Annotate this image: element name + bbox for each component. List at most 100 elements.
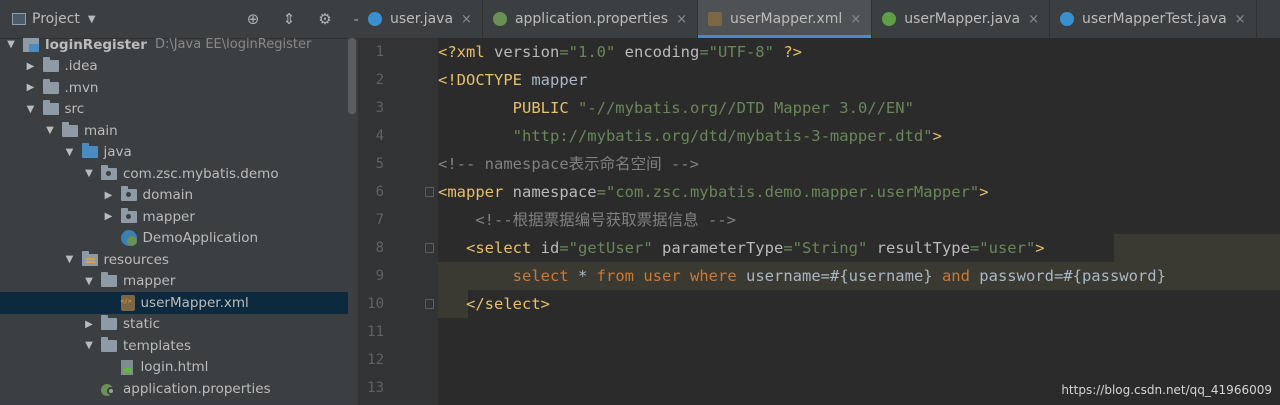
expanded-arrow-icon[interactable]: ▼ bbox=[65, 254, 75, 265]
code-line: <?xml version="1.0" encoding="UTF-8" ?> bbox=[438, 38, 802, 66]
code-token: ="1.0" bbox=[559, 43, 625, 61]
tree-item[interactable]: ▶ static bbox=[0, 314, 348, 336]
collapsed-arrow-icon[interactable]: ▶ bbox=[84, 319, 94, 330]
folder-icon bbox=[42, 100, 59, 116]
tree-item[interactable]: ▼ templates bbox=[0, 335, 348, 357]
package-icon bbox=[120, 207, 137, 223]
editor-tab[interactable]: userMapper.xml × bbox=[697, 0, 873, 38]
tree-item[interactable]: ▼ com.zsc.mybatis.demo bbox=[0, 163, 348, 185]
code-token: <mapper bbox=[438, 183, 513, 201]
code-line: select * from user where username=#{user… bbox=[438, 262, 1166, 290]
code-line: <mapper namespace="com.zsc.mybatis.demo.… bbox=[438, 178, 989, 206]
code-token: password=#{password} bbox=[979, 267, 1166, 285]
tree-item[interactable]: ▼ java bbox=[0, 142, 348, 164]
expanded-arrow-icon[interactable]: ▼ bbox=[6, 39, 16, 50]
tree-item[interactable]: ▼ loginRegister D:\Java EE\loginRegister bbox=[0, 34, 348, 56]
fold-marker-icon[interactable] bbox=[425, 299, 434, 309]
gear-icon[interactable]: ⚙ bbox=[316, 10, 334, 28]
code-token: PUBLIC bbox=[512, 99, 578, 117]
close-icon[interactable]: × bbox=[461, 12, 472, 27]
code-token: id bbox=[540, 239, 560, 257]
code-token: ="String" bbox=[783, 239, 877, 257]
expanded-arrow-icon[interactable]: ▼ bbox=[84, 340, 94, 351]
collapsed-arrow-icon[interactable]: ▶ bbox=[26, 82, 36, 93]
tree-item-label: templates bbox=[123, 337, 191, 354]
code-token: > bbox=[979, 183, 989, 201]
folder-icon bbox=[101, 315, 117, 331]
tree-item[interactable]: ▼ src bbox=[0, 99, 348, 121]
line-number: 5 bbox=[375, 156, 384, 172]
expanded-arrow-icon[interactable]: ▼ bbox=[84, 276, 94, 287]
line-number: 6 bbox=[375, 184, 384, 200]
tree-item[interactable]: ▼ resources bbox=[0, 249, 348, 271]
tree-item-label: resources bbox=[103, 251, 169, 268]
editor-tab[interactable]: userMapper.java × bbox=[872, 0, 1050, 38]
tree-item-label: domain bbox=[142, 187, 194, 204]
collapsed-arrow-icon[interactable]: ▶ bbox=[26, 61, 36, 72]
code-token: and bbox=[941, 267, 980, 285]
project-panel: Project ▼ ⊕ ⇕ ⚙ — ▼ loginRegister D:\Java … bbox=[0, 0, 369, 405]
collapsed-arrow-icon[interactable]: ▶ bbox=[104, 211, 114, 222]
source-folder-icon bbox=[81, 143, 98, 159]
code-token: ?> bbox=[783, 43, 802, 61]
project-view-selector[interactable]: Project bbox=[32, 11, 80, 27]
code-line: PUBLIC "-//mybatis.org//DTD Mapper 3.0//… bbox=[438, 94, 914, 122]
chevron-down-icon[interactable]: ▼ bbox=[88, 14, 96, 25]
folder-icon bbox=[42, 57, 59, 73]
close-icon[interactable]: × bbox=[850, 12, 861, 27]
tree-item[interactable]: ▶DemoApplication bbox=[0, 228, 348, 250]
collapsed-arrow-icon[interactable]: ▶ bbox=[104, 190, 114, 201]
expanded-arrow-icon[interactable]: ▼ bbox=[84, 168, 94, 179]
code-token: namespace bbox=[512, 183, 597, 201]
editor-tab[interactable]: application.properties × bbox=[483, 0, 698, 38]
editor-tab[interactable]: userMapperTest.java × bbox=[1050, 0, 1257, 38]
code-token: <?xml bbox=[438, 43, 494, 61]
code-line: <!DOCTYPE mapper bbox=[438, 66, 587, 94]
tree-item-label: main bbox=[84, 122, 118, 139]
close-icon[interactable]: × bbox=[1235, 12, 1246, 27]
tree-item[interactable]: ▶ mapper bbox=[0, 206, 348, 228]
xml-file-icon bbox=[120, 294, 135, 311]
tree-item-label: mapper bbox=[123, 273, 176, 290]
close-icon[interactable]: × bbox=[1028, 12, 1039, 27]
tree-item[interactable]: ▶login.html bbox=[0, 357, 348, 379]
tab-label: user.java bbox=[390, 11, 454, 27]
expanded-arrow-icon[interactable]: ▼ bbox=[65, 147, 75, 158]
tree-item[interactable]: ▶application.properties bbox=[0, 378, 348, 400]
code-token: * bbox=[577, 267, 597, 285]
locate-icon[interactable]: ⊕ bbox=[244, 10, 262, 28]
line-number: 8 bbox=[375, 240, 384, 256]
folder-icon bbox=[101, 272, 117, 288]
code-token: version bbox=[494, 43, 560, 61]
properties-file-icon bbox=[101, 382, 117, 396]
tree-item[interactable]: ▼ mapper bbox=[0, 271, 348, 293]
collapse-all-icon[interactable]: ⇕ bbox=[280, 10, 298, 28]
tree-item-label: userMapper.xml bbox=[140, 294, 249, 311]
editor-tab[interactable]: user.java × bbox=[358, 0, 483, 38]
code-token: > bbox=[932, 127, 942, 145]
line-number: 2 bbox=[375, 72, 384, 88]
project-scrollbar[interactable] bbox=[348, 38, 356, 114]
tree-item[interactable]: ▼ main bbox=[0, 120, 348, 142]
code-line: <select id="getUser" parameterType="Stri… bbox=[438, 234, 1045, 262]
expanded-arrow-icon[interactable]: ▼ bbox=[26, 104, 36, 115]
interface-icon bbox=[882, 12, 897, 26]
tree-item[interactable]: ▶ .mvn bbox=[0, 77, 348, 99]
tree-item[interactable]: ▶ .idea bbox=[0, 56, 348, 78]
tree-item[interactable]: ▶userMapper.xml bbox=[0, 292, 348, 314]
code-editor[interactable]: 1 2 3 4 5 6 7 8 9 10 11 12 13 <?xml version="1.0" en… bbox=[358, 38, 1280, 405]
code-line: "http://mybatis.org/dtd/mybatis-3-mapper… bbox=[438, 122, 942, 150]
fold-marker-icon[interactable] bbox=[425, 243, 434, 253]
code-token: from bbox=[596, 267, 644, 285]
close-icon[interactable]: × bbox=[676, 12, 687, 27]
tree-item[interactable]: ▶ domain bbox=[0, 185, 348, 207]
expanded-arrow-icon[interactable]: ▼ bbox=[45, 125, 55, 136]
fold-marker-icon[interactable] bbox=[425, 187, 434, 197]
tree-item-label: src bbox=[64, 101, 85, 118]
code-token: encoding bbox=[624, 43, 700, 61]
code-token: <!--根据票据编号获取票据信息 --> bbox=[475, 211, 736, 229]
tab-label: userMapperTest.java bbox=[1081, 11, 1227, 27]
line-number: 1 bbox=[375, 44, 384, 60]
